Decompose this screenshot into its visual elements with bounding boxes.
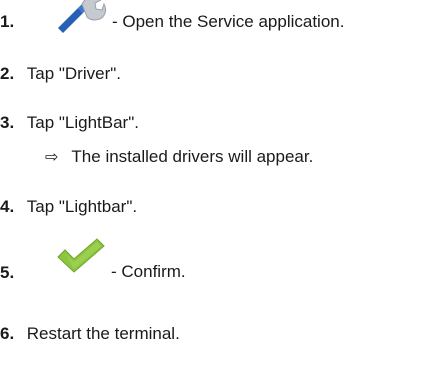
step-3-result: ⇨ The installed drivers will appear. xyxy=(45,147,313,167)
checkmark-icon xyxy=(55,237,107,280)
result-text: The installed drivers will appear. xyxy=(71,147,314,166)
step-2: 2. Tap "Driver". xyxy=(0,64,121,84)
step-number: 6. xyxy=(0,324,15,343)
step-1: 1. xyxy=(0,12,22,32)
wrench-icon xyxy=(52,0,110,39)
step-4: 4. Tap "Lightbar". xyxy=(0,197,137,217)
step-number: 2. xyxy=(0,64,15,83)
step-3: 3. Tap "LightBar". xyxy=(0,113,139,133)
step-number: 3. xyxy=(0,113,15,132)
arrow-right-icon: ⇨ xyxy=(45,147,59,166)
step-6: 6. Restart the terminal. xyxy=(0,324,180,344)
step-text: Tap "LightBar". xyxy=(26,113,139,132)
step-text: Tap "Lightbar". xyxy=(26,197,138,216)
step-1-text: - Open the Service application. xyxy=(112,12,345,31)
step-5-text: - Confirm. xyxy=(111,262,186,281)
step-number: 1. xyxy=(0,12,15,31)
step-number: 4. xyxy=(0,197,15,216)
step-text: Restart the terminal. xyxy=(26,324,180,343)
step-5: 5. xyxy=(0,263,22,283)
step-number: 5. xyxy=(0,263,15,282)
step-text: Tap "Driver". xyxy=(26,64,121,83)
